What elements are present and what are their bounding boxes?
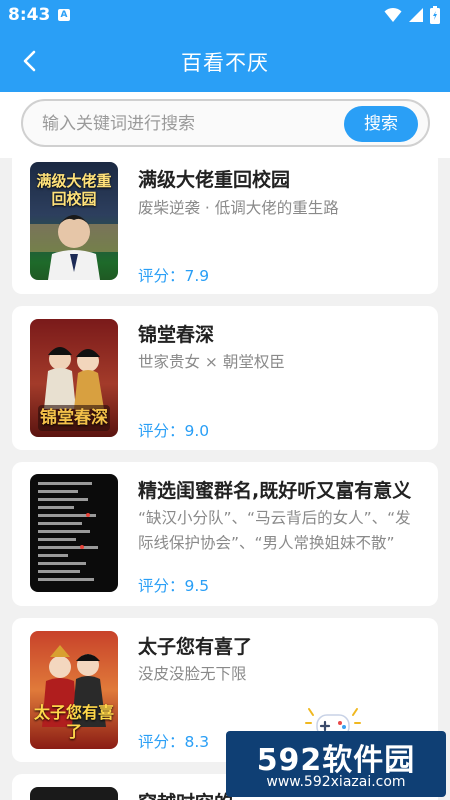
book-description: 废柴逆袭 · 低调大佬的重生路: [138, 199, 339, 217]
battery-icon: [430, 6, 440, 24]
book-title: 穿越时空的: [138, 788, 233, 800]
book-cover: [30, 787, 118, 800]
book-description: 没皮没脸无下限: [138, 665, 247, 683]
status-time: 8:43: [8, 5, 51, 25]
book-score: 评分：9.0: [138, 422, 210, 440]
book-score: 评分：9.5: [138, 577, 210, 595]
book-cover: 太子您有喜了: [30, 631, 118, 749]
book-title: 精选闺蜜群名,既好听又富有意义: [138, 480, 412, 502]
status-icons: [384, 6, 440, 24]
book-title: 锦堂春深: [138, 324, 215, 346]
page-title: 百看不厌: [181, 51, 269, 75]
search-box: 搜索: [21, 99, 430, 147]
search-button[interactable]: 搜索: [344, 106, 418, 142]
book-description: “缺汉小分队”、“马云背后的女人”、“发际线保护协会”、“男人常换姐妹不散”: [138, 509, 411, 552]
book-description: 世家贵女 × 朝堂权臣: [138, 353, 285, 371]
search-input[interactable]: [40, 111, 344, 137]
book-score: 评分：7.9: [138, 267, 210, 285]
list-item[interactable]: 锦堂春深 锦堂春深 世家贵女 × 朝堂权臣 评分：9.0: [12, 306, 438, 450]
book-score: 评分：8.3: [138, 733, 210, 751]
list-item[interactable]: 满级大佬重回校园 满级大佬重回校园 废柴逆袭 · 低调大佬的重生路 评分：7.9: [12, 158, 438, 294]
cover-title: 锦堂春深: [40, 408, 108, 428]
book-cover: [30, 474, 118, 592]
wifi-icon: [384, 7, 402, 22]
list-item[interactable]: 精选闺蜜群名,既好听又富有意义 “缺汉小分队”、“马云背后的女人”、“发际线保护…: [12, 462, 438, 606]
watermark-url: www.592xiazai.com: [266, 774, 406, 790]
book-cover: 锦堂春深: [30, 319, 118, 437]
search-bar: 搜索: [0, 92, 450, 158]
cover-title: 满级大佬重回校园: [36, 172, 112, 208]
book-title: 满级大佬重回校园: [138, 169, 291, 191]
notification-a-icon: A: [58, 9, 70, 21]
cover-title: 太子您有喜了: [33, 703, 114, 741]
watermark-logo: 592软件园 www.592xiazai.com: [226, 731, 446, 797]
signal-icon: [409, 8, 423, 22]
book-cover: 满级大佬重回校园: [30, 162, 118, 280]
book-title: 太子您有喜了: [138, 636, 253, 658]
app-bar: 百看不厌: [0, 30, 450, 92]
watermark-title: 592软件园: [256, 743, 416, 778]
status-bar: 8:43 A: [0, 0, 450, 30]
book-list: 满级大佬重回校园 满级大佬重回校园 废柴逆袭 · 低调大佬的重生路 评分：7.9…: [0, 158, 450, 800]
